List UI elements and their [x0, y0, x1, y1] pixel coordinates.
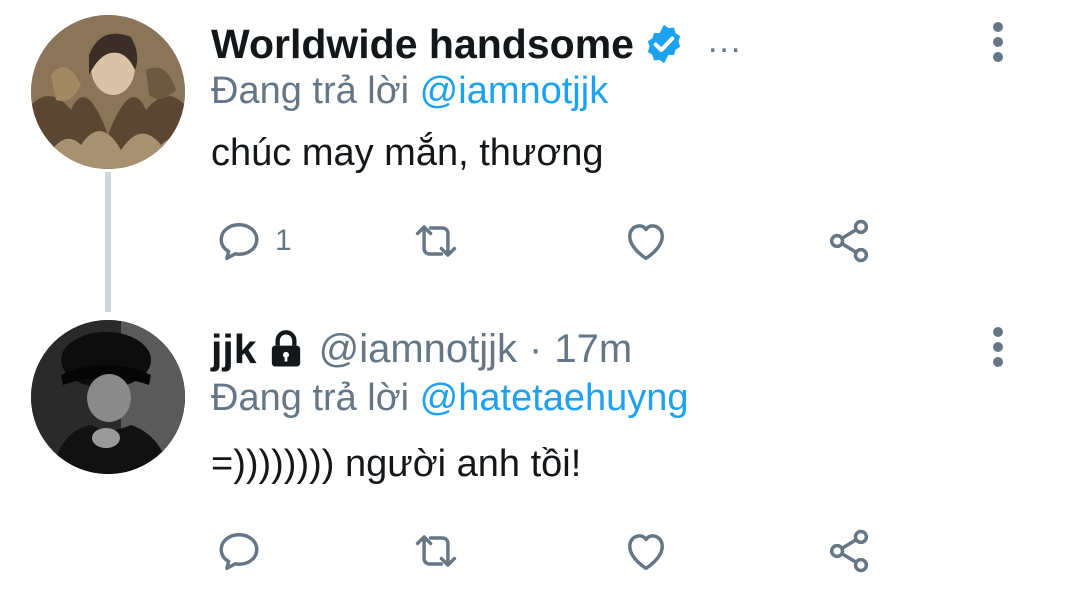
reply-count: 1	[275, 224, 292, 257]
tweet-card[interactable]: jjk @iamnotjjk · 17m Đang trả lời @hatet…	[0, 305, 1080, 595]
more-dots: ...	[707, 21, 743, 60]
tweet-actions: 1	[0, 213, 1080, 273]
replying-to-label: Đang trả lời	[211, 377, 410, 419]
mention-link[interactable]: @iamnotjjk	[420, 70, 609, 112]
share-icon	[829, 219, 869, 263]
replying-to-label: Đang trả lời	[211, 70, 410, 112]
like-icon	[628, 224, 664, 261]
more-options-icon[interactable]	[988, 22, 1008, 62]
verified-badge-icon	[647, 24, 681, 64]
avatar[interactable]	[31, 15, 185, 169]
tweet-header: Worldwide handsome ...	[211, 18, 742, 70]
avatar[interactable]	[31, 320, 185, 474]
share-button[interactable]	[823, 523, 875, 579]
display-name[interactable]: jjk	[211, 326, 257, 373]
user-handle[interactable]: @iamnotjjk	[319, 327, 517, 372]
share-button[interactable]	[823, 213, 875, 269]
display-name[interactable]: Worldwide handsome	[211, 21, 634, 68]
like-icon	[628, 534, 664, 571]
tweet-actions	[0, 523, 1080, 583]
lock-icon	[271, 330, 300, 367]
tweet-card[interactable]: Worldwide handsome ... Đang trả lời @iam…	[0, 0, 1080, 300]
tweet-header: jjk @iamnotjjk · 17m	[211, 323, 632, 375]
tweet-text: chúc may mắn, thương	[211, 132, 604, 174]
tweet-text: =)))))))) người anh tồi!	[211, 443, 582, 485]
retweet-button[interactable]	[410, 213, 462, 269]
more-options-icon[interactable]	[988, 327, 1008, 367]
retweet-icon	[415, 535, 457, 567]
replying-to: Đang trả lời @iamnotjjk	[211, 70, 608, 113]
retweet-icon	[415, 225, 457, 257]
reply-button[interactable]	[213, 523, 265, 579]
share-icon	[829, 529, 869, 573]
like-button[interactable]	[620, 523, 672, 579]
mention-link[interactable]: @hatetaehuyng	[420, 377, 689, 419]
replying-to: Đang trả lời @hatetaehuyng	[211, 377, 689, 420]
reply-icon	[219, 223, 259, 261]
separator: ·	[529, 326, 543, 371]
retweet-button[interactable]	[410, 523, 462, 579]
timestamp[interactable]: 17m	[554, 327, 632, 372]
reply-icon	[219, 533, 259, 571]
like-button[interactable]	[620, 213, 672, 269]
reply-button[interactable]: 1	[213, 213, 292, 269]
